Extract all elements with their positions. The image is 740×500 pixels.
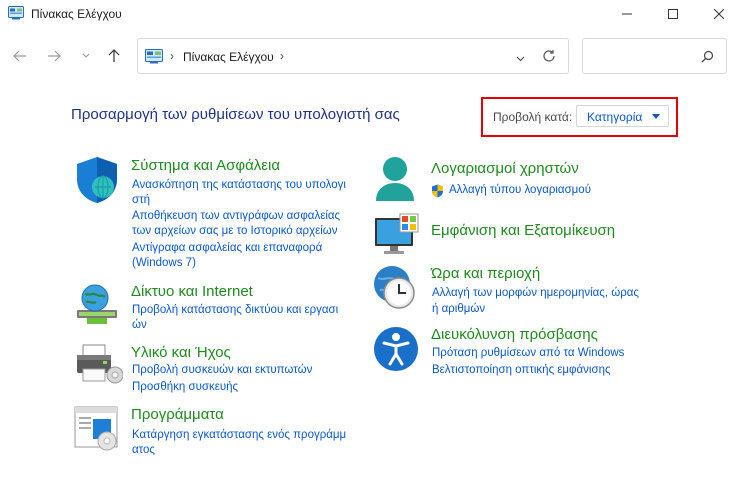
link-file-history[interactable]: Αποθήκευση των αντιγράφων ασφαλείας: [132, 208, 340, 224]
user-icon[interactable]: [372, 155, 418, 206]
category-title-clock-region[interactable]: Ώρα και περιοχή: [431, 265, 540, 282]
link-add-device[interactable]: Προσθήκη συσκευής: [132, 379, 238, 395]
link-devices-printers[interactable]: Προβολή συσκευών και εκτυπωτών: [132, 362, 312, 378]
view-by-value: Κατηγορία: [587, 110, 643, 124]
accessibility-icon[interactable]: [372, 325, 420, 376]
up-button[interactable]: [104, 46, 124, 66]
category-title-appearance[interactable]: Εμφάνιση και Εξατομίκευση: [431, 222, 615, 239]
search-input[interactable]: [582, 38, 727, 74]
category-title-network-internet[interactable]: Δίκτυο και Internet: [131, 283, 253, 300]
link-change-account-type-label: Αλλαγή τύπου λογαριασμού: [449, 184, 591, 196]
monitor-icon[interactable]: [372, 212, 422, 259]
link-change-formats-cont[interactable]: ή αριθμών: [432, 301, 485, 317]
link-uninstall-program-cont[interactable]: ατος: [132, 442, 155, 458]
link-review-status-cont[interactable]: στή: [132, 192, 150, 208]
breadcrumb-chevron-icon[interactable]: ›: [170, 49, 174, 63]
chevron-down-icon[interactable]: [516, 51, 525, 65]
category-title-ease-of-access[interactable]: Διευκόλυνση πρόσβασης: [431, 326, 598, 343]
minimize-button[interactable]: [604, 0, 650, 28]
printer-icon[interactable]: [73, 343, 124, 390]
programs-icon[interactable]: [73, 405, 121, 454]
breadcrumb-chevron-icon[interactable]: ›: [280, 49, 284, 63]
navigation-bar: › Πίνακας Ελέγχου ›: [0, 38, 740, 74]
close-button[interactable]: [696, 0, 740, 28]
link-review-status[interactable]: Ανασκόπηση της κατάστασης του υπολογι: [132, 177, 346, 193]
control-panel-icon: [145, 49, 163, 67]
refresh-icon[interactable]: [542, 49, 556, 66]
network-globe-icon[interactable]: [73, 280, 121, 331]
category-title-programs[interactable]: Προγράμματα: [131, 406, 224, 423]
link-backup-restore[interactable]: Αντίγραφα ασφαλείας και επαναφορά: [132, 240, 322, 256]
view-by-dropdown[interactable]: Κατηγορία: [576, 105, 669, 127]
address-bar[interactable]: › Πίνακας Ελέγχου ›: [137, 38, 569, 74]
maximize-button[interactable]: [650, 0, 696, 28]
view-by-highlight: Προβολή κατά: Κατηγορία: [481, 97, 678, 137]
link-recommend-settings[interactable]: Πρόταση ρυθμίσεων από τα Windows: [432, 345, 624, 361]
window-title: Πίνακας Ελέγχου: [31, 7, 122, 21]
back-button[interactable]: [10, 46, 30, 66]
shield-icon[interactable]: [73, 155, 121, 208]
search-icon[interactable]: [701, 50, 714, 66]
link-network-status-cont[interactable]: ών: [132, 317, 147, 333]
chevron-down-icon: [652, 114, 660, 119]
recent-locations-button[interactable]: [76, 46, 96, 66]
forward-button[interactable]: [44, 46, 64, 66]
page-title: Προσαρμογή των ρυθμίσεων του υπολογιστή …: [71, 106, 400, 123]
link-change-account-type[interactable]: Αλλαγή τύπου λογαριασμού: [431, 182, 591, 198]
control-panel-icon: [8, 6, 24, 20]
link-backup-restore-cont[interactable]: (Windows 7): [132, 255, 196, 271]
title-bar: Πίνακας Ελέγχου: [0, 0, 740, 30]
category-title-user-accounts[interactable]: Λογαριασμοί χρηστών: [431, 160, 579, 177]
uac-shield-icon: [431, 184, 444, 203]
link-file-history-cont[interactable]: των αρχείων σας με το Ιστορικό αρχείων: [132, 223, 338, 239]
category-title-system-security[interactable]: Σύστημα και Ασφάλεια: [131, 157, 280, 174]
clock-globe-icon[interactable]: [372, 264, 420, 315]
category-title-hardware-sound[interactable]: Υλικό και Ήχος: [131, 344, 231, 361]
link-change-formats[interactable]: Αλλαγή των μορφών ημερομηνίας, ώρας: [432, 285, 639, 301]
link-optimize-display[interactable]: Βελτιστοποίηση οπτικής εμφάνισης: [432, 362, 611, 378]
link-network-status[interactable]: Προβολή κατάστασης δικτύου και εργασι: [132, 302, 338, 318]
link-uninstall-program[interactable]: Κατάργηση εγκατάστασης ενός προγράμμ: [132, 427, 346, 443]
breadcrumb-control-panel[interactable]: Πίνακας Ελέγχου: [183, 50, 274, 64]
view-by-label: Προβολή κατά:: [493, 110, 573, 124]
